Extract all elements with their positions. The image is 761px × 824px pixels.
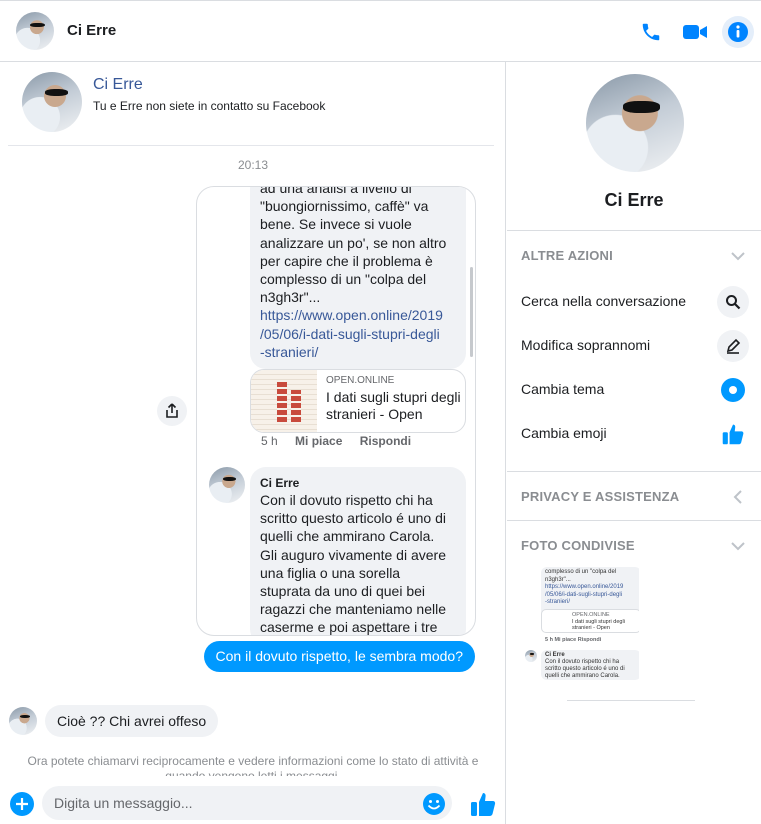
action-label: Modifica soprannomi xyxy=(521,337,651,353)
chevron-down-icon xyxy=(731,252,745,261)
shared-post-scrollbar[interactable] xyxy=(470,267,473,357)
info-contact-name[interactable]: Ci Erre xyxy=(507,190,761,211)
contact-card: Ci Erre Tu e Erre non siete in contatto … xyxy=(8,62,494,146)
comment-line: quelli che ammirano Carola. xyxy=(260,528,435,545)
reply-link[interactable]: Rispondi xyxy=(360,434,411,448)
action-search-conversation[interactable]: Cerca nella conversazione xyxy=(507,280,761,324)
header-avatar[interactable] xyxy=(16,12,54,50)
theme-color-icon xyxy=(717,374,749,406)
conversation-pane: Ci Erre Tu e Erre non siete in contatto … xyxy=(0,62,506,824)
phone-icon[interactable] xyxy=(636,17,666,47)
divider xyxy=(567,700,695,701)
action-change-theme[interactable]: Cambia tema xyxy=(507,368,761,412)
link-preview-thumbnail[interactable] xyxy=(251,370,317,432)
chevron-left-icon xyxy=(733,490,742,504)
comment-author[interactable]: Ci Erre xyxy=(260,475,456,491)
thumbnail-actions: 5 h Mi piace Rispondi xyxy=(545,637,602,643)
contact-avatar[interactable] xyxy=(22,72,82,132)
section-privacy-label: PRIVACY E ASSISTENZA xyxy=(521,489,680,504)
thumb-card-title: I dati sugli stupri degli stranieri - Op… xyxy=(572,618,625,632)
thumbs-up-icon[interactable] xyxy=(469,790,497,818)
video-camera-icon[interactable] xyxy=(680,17,710,47)
thumb-line: /05/06/i-dati-sugli-stupri-degli xyxy=(545,591,623,598)
comment-line: scritto questo articolo é uno di xyxy=(260,510,446,527)
post-line: analizzare un po', se non altro xyxy=(260,234,447,251)
link-preview-domain: OPEN.ONLINE xyxy=(326,375,395,386)
section-shared-photos-label: FOTO CONDIVISE xyxy=(521,538,635,553)
post-actions: 5 h Mi piace Rispondi xyxy=(261,434,425,448)
comment-line: Con il dovuto rispetto chi ha xyxy=(260,492,433,508)
contact-name[interactable]: Ci Erre xyxy=(93,76,143,94)
thumb-line: scritto questo articolo é uno di xyxy=(545,666,625,672)
like-link[interactable]: Mi piace xyxy=(295,434,342,448)
thumb-comment-author: Ci Erre xyxy=(545,652,565,658)
message-input[interactable] xyxy=(42,786,452,820)
post-link[interactable]: https://www.open.online/2019 /05/06/i-da… xyxy=(260,306,456,361)
share-icon xyxy=(166,403,178,418)
shared-post-text: ad una analisi a livello di "buongiornis… xyxy=(250,186,466,370)
post-age: 5 h xyxy=(261,434,278,448)
link-preview-card[interactable]: OPEN.ONLINE I dati sugli stupri degli st… xyxy=(250,369,466,433)
action-change-emoji[interactable]: Cambia emoji xyxy=(507,412,761,456)
received-message-avatar[interactable] xyxy=(9,707,37,735)
share-button[interactable] xyxy=(157,396,187,426)
post-line: "buongiornissimo, caffè" va xyxy=(260,198,429,215)
action-label: Cerca nella conversazione xyxy=(521,293,686,309)
comment-line: Gli auguro vivamente di avere xyxy=(260,546,446,563)
comment-line: stuprata da uno di quei bei xyxy=(260,583,426,600)
post-line: per capire che il problema è xyxy=(260,252,433,269)
thumb-line: Con il dovuto rispetto chi ha xyxy=(545,659,620,665)
comment-line: caserme e poi aspettare i tre xyxy=(260,619,438,636)
thumb-line: n3gh3r"... xyxy=(545,576,571,583)
post-link-line[interactable]: /05/06/i-dati-sugli-stupri-degli xyxy=(260,325,456,343)
conversation-header: Ci Erre xyxy=(0,0,761,62)
post-line: complesso di un "colpa del xyxy=(260,271,427,288)
post-link-line[interactable]: -stranieri/ xyxy=(260,343,456,361)
section-more-actions-label: ALTRE AZIONI xyxy=(521,248,613,263)
message-composer xyxy=(0,784,506,824)
shared-photo-thumbnail[interactable]: complesso di un "colpa del n3gh3r"... ht… xyxy=(523,567,639,707)
plus-icon xyxy=(16,798,28,810)
shared-post-preview[interactable]: ad una analisi a livello di "buongiornis… xyxy=(196,186,476,636)
comment-author-avatar[interactable] xyxy=(209,467,245,503)
link-preview-title[interactable]: I dati sugli stupri degli stranieri - Op… xyxy=(326,389,464,423)
message-timestamp: 20:13 xyxy=(237,158,269,172)
thumbnail-avatar xyxy=(525,650,537,662)
comment-line: una figlia o una sorella xyxy=(260,564,401,581)
more-actions-button[interactable] xyxy=(10,792,34,816)
thumb-line: -stranieri/ xyxy=(545,599,571,605)
thumb-line: complesso di un "colpa del xyxy=(545,569,617,575)
conversation-info-panel: Ci Erre ALTRE AZIONI Cerca nella convers… xyxy=(507,62,761,824)
action-label: Cambia emoji xyxy=(521,425,607,441)
contact-notice: Ora potete chiamarvi reciprocamente e ve… xyxy=(27,754,479,776)
post-line: ad una analisi a livello di xyxy=(260,186,412,196)
section-privacy-support[interactable]: PRIVACY E ASSISTENZA xyxy=(507,471,761,519)
contact-relationship-note: Tu e Erre non siete in contatto su Faceb… xyxy=(93,99,326,113)
thumbnail-comment: Ci Erre Con il dovuto rispetto chi ha sc… xyxy=(541,650,639,680)
comment-bubble: Ci Erre Con il dovuto rispetto chi ha sc… xyxy=(250,467,466,636)
search-icon xyxy=(717,286,749,318)
received-message-bubble[interactable]: Cioè ?? Chi avrei offeso xyxy=(45,705,219,737)
emoji-icon[interactable] xyxy=(422,792,446,816)
pencil-icon xyxy=(717,330,749,362)
thumbs-up-icon xyxy=(717,418,749,450)
post-link-line[interactable]: https://www.open.online/2019 xyxy=(260,306,456,324)
info-icon[interactable] xyxy=(722,16,754,48)
post-line: n3gh3r"... xyxy=(260,289,321,306)
sent-message-bubble[interactable]: Con il dovuto rispetto, le sembra modo? xyxy=(203,641,475,672)
info-avatar[interactable] xyxy=(586,74,684,172)
action-edit-nicknames[interactable]: Modifica soprannomi xyxy=(507,324,761,368)
thumbnail-link-card: OPEN.ONLINE I dati sugli stupri degli st… xyxy=(541,609,639,633)
chevron-down-icon xyxy=(731,542,745,551)
post-line: bene. Se invece si vuole xyxy=(260,216,412,233)
header-contact-name[interactable]: Ci Erre xyxy=(67,22,116,39)
section-more-actions[interactable]: ALTRE AZIONI xyxy=(507,230,761,278)
action-label: Cambia tema xyxy=(521,381,605,397)
thumb-line: https://www.open.online/2019 xyxy=(545,584,624,590)
section-shared-photos[interactable]: FOTO CONDIVISE xyxy=(507,520,761,568)
thumb-line: quelli che ammirano Carola. xyxy=(545,673,620,679)
comment-line: ragazzi che manteniamo nelle xyxy=(260,601,446,618)
